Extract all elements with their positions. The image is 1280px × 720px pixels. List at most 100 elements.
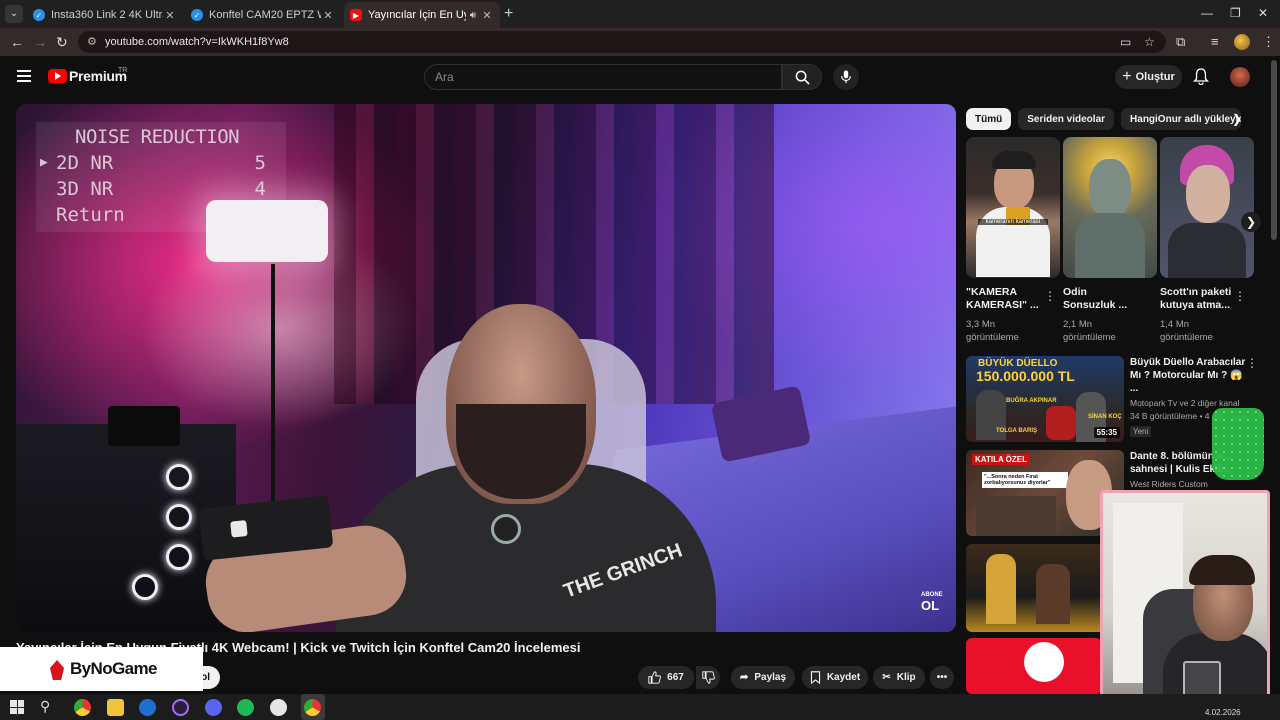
spotify-icon[interactable]	[237, 699, 254, 716]
short-card[interactable]: Scott'ın paketi kutuya atma... 1,4 Mn gör…	[1160, 137, 1254, 344]
browser-tabstrip: ⌄ ✓ Insta360 Link 2 4K Ultra HD AI W ✕ ✓…	[0, 0, 1280, 28]
tab-search-icon[interactable]: ⌄	[5, 5, 23, 23]
discord-icon[interactable]	[205, 699, 222, 716]
address-bar[interactable]: ⚙ youtube.com/watch?v=IkWKH1f8Yw8 ▭ ☆	[78, 31, 1166, 53]
chevron-right-icon[interactable]: ❯	[1232, 112, 1242, 126]
search-button[interactable]	[782, 64, 822, 90]
short-overlay-text: kameranın kamerası	[978, 219, 1048, 225]
tab-close-icon[interactable]: ✕	[163, 9, 177, 22]
green-jar-sticker	[1212, 408, 1264, 480]
windows-start-icon[interactable]	[10, 700, 24, 714]
browser-tab-3[interactable]: ▶ Yayıncılar İçin En Uygun Fiy 🔊︎ ✕	[344, 2, 500, 28]
osd-row-label: Return	[56, 204, 125, 226]
jacket	[1168, 223, 1246, 278]
shorts-next-button[interactable]: ❯	[1241, 212, 1261, 232]
account-avatar[interactable]	[1230, 67, 1250, 87]
share-icon: ➦	[739, 672, 749, 683]
restore-icon[interactable]: ❐	[1230, 6, 1241, 20]
search-input[interactable]	[435, 70, 765, 84]
more-vertical-icon[interactable]: ⋮	[1246, 356, 1258, 370]
cast-icon[interactable]: ▭	[1120, 35, 1131, 49]
more-actions-button[interactable]: •••	[930, 666, 954, 689]
tab-close-icon[interactable]: ✕	[480, 9, 494, 22]
chrome-active-icon[interactable]	[304, 699, 321, 716]
like-button[interactable]: 667	[638, 666, 694, 689]
clip-label: Klip	[896, 672, 916, 683]
back-icon[interactable]: ←	[10, 34, 24, 50]
youtube-favicon-icon: ▶	[350, 9, 362, 21]
search-icon	[795, 70, 810, 85]
short-views: 2,1 Mn görüntüleme	[1063, 319, 1116, 343]
video-player[interactable]: THE GRINCH NOISE REDUCTION ▶ 2D NR 5 3D …	[16, 104, 956, 632]
chip-series[interactable]: Seriden videolar	[1018, 108, 1115, 130]
share-button[interactable]: ➦ Paylaş	[731, 666, 795, 689]
media-control-icon[interactable]: ≡	[1211, 34, 1219, 49]
create-button[interactable]: + Oluştur	[1115, 65, 1182, 89]
bynogame-logo-icon	[50, 660, 64, 680]
dislike-button[interactable]	[696, 666, 720, 689]
minimize-icon[interactable]: —	[1201, 6, 1213, 20]
browser-tab-1[interactable]: ✓ Insta360 Link 2 4K Ultra HD AI W ✕	[27, 2, 183, 28]
site-info-icon[interactable]: ⚙	[87, 35, 97, 48]
fan	[132, 574, 158, 600]
voice-search-button[interactable]	[833, 64, 859, 90]
taskbar-date: 4.02.2026	[1205, 708, 1241, 717]
save-label: Kaydet	[826, 672, 861, 683]
short-thumbnail: kameranın kamerası	[966, 137, 1060, 278]
short-thumbnail	[1160, 137, 1254, 278]
bynogame-watermark: ByNoGame	[0, 647, 203, 691]
profile-avatar[interactable]	[1234, 34, 1250, 50]
motorcycle	[1046, 406, 1076, 440]
youtube-logo[interactable]: Premium	[48, 68, 127, 84]
browser-menu-icon[interactable]: ⋮	[1262, 34, 1275, 50]
subscribe-overlay[interactable]: ABONE OL	[921, 592, 943, 612]
speaker-icon[interactable]: 🔊︎	[470, 10, 476, 21]
channel-name[interactable]: Motopark Tv ve 2 diğer kanal	[1130, 398, 1250, 408]
short-thumbnail	[1063, 137, 1157, 278]
channel-name[interactable]: West Riders Custom	[1130, 479, 1250, 489]
chip-all[interactable]: Tümü	[966, 108, 1012, 130]
taskbar-search-icon[interactable]: ⚲	[40, 698, 50, 715]
page-scrollbar[interactable]	[1271, 60, 1277, 240]
save-button[interactable]: Kaydet	[802, 666, 868, 689]
more-vertical-icon[interactable]: ⋮	[1234, 289, 1246, 303]
file-explorer-icon[interactable]	[107, 699, 124, 716]
extensions-icon[interactable]: ⧉	[1176, 34, 1185, 50]
new-tab-button[interactable]: +	[504, 5, 513, 23]
notifications-bell-icon[interactable]	[1192, 68, 1210, 90]
reload-icon[interactable]: ↻	[56, 34, 68, 51]
obs-icon[interactable]	[172, 699, 189, 716]
tab-close-icon[interactable]: ✕	[321, 9, 335, 22]
window-close-icon[interactable]: ✕	[1258, 6, 1268, 20]
bookmark-star-icon[interactable]: ☆	[1144, 35, 1155, 49]
hamburger-menu-icon[interactable]	[17, 70, 31, 82]
microphone-icon	[841, 70, 851, 84]
fan	[166, 464, 192, 490]
small-monitor	[108, 406, 180, 446]
chrome-icon[interactable]	[74, 699, 91, 716]
thumb-name: TOLGA BARIŞ	[996, 428, 1038, 434]
thumbs-up-icon	[648, 671, 662, 684]
browser-tab-2[interactable]: ✓ Konftel CAM20 EPTZ Webcam | Ex ✕	[185, 2, 341, 28]
sponsored-banner[interactable]	[966, 638, 1102, 694]
chip-uploader[interactable]: HangiOnur adlı yükleyiciden	[1121, 108, 1242, 130]
statue-body	[1075, 213, 1145, 278]
statue-head	[1089, 159, 1131, 219]
osd-row-value: 5	[254, 152, 266, 174]
edge-icon[interactable]	[139, 699, 156, 716]
video-duration: 55:35	[1093, 427, 1120, 438]
app-icon[interactable]	[270, 699, 287, 716]
search-box	[424, 64, 782, 90]
clip-button[interactable]: ✂ Klip	[873, 666, 925, 689]
thumb-amount: 150.000.000 TL	[976, 368, 1075, 384]
tab-title: Konftel CAM20 EPTZ Webcam | Ex	[209, 9, 321, 21]
osd-row: 3D NR 4	[56, 178, 266, 200]
more-vertical-icon[interactable]: ⋮	[1044, 289, 1056, 303]
short-card[interactable]: kameranın kamerası "KAMERA KAMERASI" ...…	[966, 137, 1060, 344]
pendant	[491, 514, 521, 544]
short-card[interactable]: Odin Sonsuzluk ... 2,1 Mn görüntüleme	[1063, 137, 1157, 344]
forward-icon[interactable]: →	[33, 34, 47, 50]
thumbs-down-icon	[701, 671, 715, 684]
tab-title: Yayıncılar İçin En Uygun Fiy	[368, 9, 466, 21]
share-label: Paylaş	[754, 672, 787, 683]
